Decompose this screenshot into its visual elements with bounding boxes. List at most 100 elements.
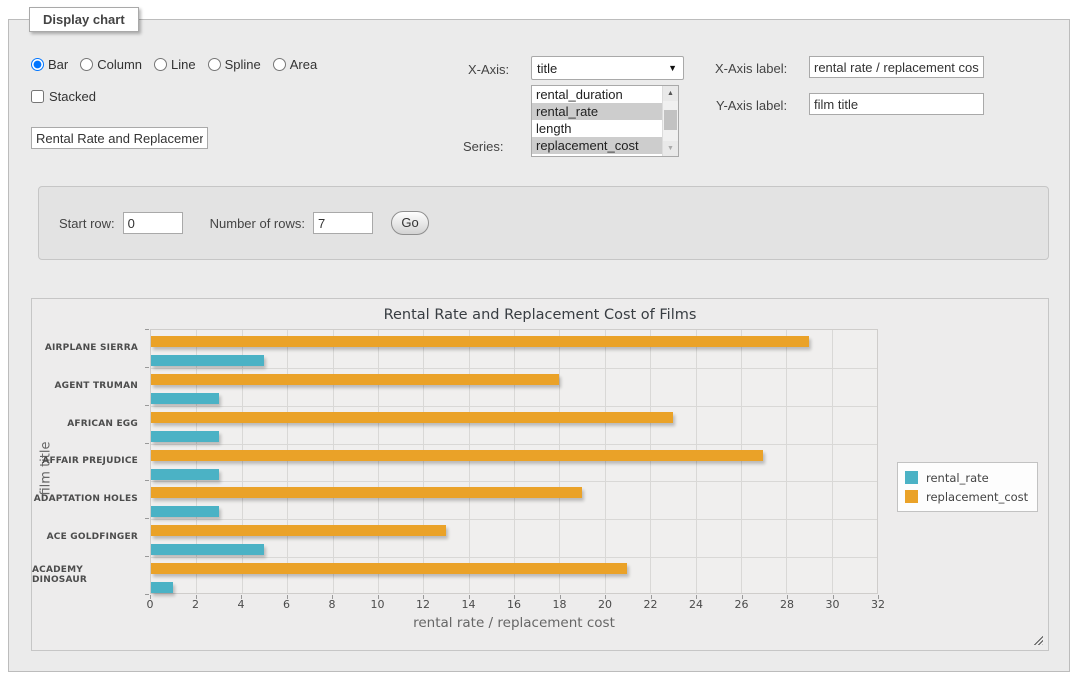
y-tick-mark (145, 329, 149, 330)
dropdown-arrow-icon: ▼ (668, 63, 677, 73)
x-tick-mark (696, 595, 697, 599)
chart-type-radio-line[interactable] (154, 58, 167, 71)
start-row-input[interactable] (123, 212, 183, 234)
chart-type-label-column: Column (97, 57, 142, 72)
x-tick-label: 2 (192, 598, 199, 611)
bar-replacement_cost (151, 487, 582, 498)
chart-type-option-spline[interactable]: Spline (208, 57, 261, 72)
chart-container: Rental Rate and Replacement Cost of Film… (31, 298, 1049, 651)
y-tick-mark (145, 594, 149, 595)
x-tick-mark (605, 595, 606, 599)
num-rows-input[interactable] (313, 212, 373, 234)
bar-rental_rate (151, 355, 264, 366)
chart-type-option-column[interactable]: Column (80, 57, 142, 72)
x-tick-mark (651, 595, 652, 599)
bar-rental_rate (151, 431, 219, 442)
chart-type-label-spline: Spline (225, 57, 261, 72)
legend-swatch-rental-rate (905, 471, 918, 484)
scrollbar-down-icon[interactable]: ▼ (663, 141, 678, 156)
gridline (151, 406, 877, 407)
bar-rental_rate (151, 544, 264, 555)
x-tick-label: 18 (553, 598, 567, 611)
x-axis-select[interactable]: title ▼ (531, 56, 684, 80)
series-scrollbar[interactable]: ▲ ▼ (662, 86, 678, 156)
gridline (832, 330, 833, 593)
y-tick-mark (145, 556, 149, 557)
chart-title-input[interactable] (31, 127, 208, 149)
chart-resize-handle-icon[interactable] (1032, 634, 1043, 645)
category-label: AGENT TRUMAN (32, 367, 144, 405)
series-option-list: rental_duration rental_rate length repla… (532, 86, 662, 154)
gridline (287, 330, 288, 593)
x-tick-mark (560, 595, 561, 599)
legend-item-rental-rate: rental_rate (905, 468, 1028, 487)
scrollbar-thumb[interactable] (664, 110, 677, 130)
scrollbar-up-icon[interactable]: ▲ (663, 86, 678, 101)
x-tick-mark (423, 595, 424, 599)
chart-type-radio-column[interactable] (80, 58, 93, 71)
x-tick-mark (878, 595, 879, 599)
gridline (151, 444, 877, 445)
series-multiselect[interactable]: rental_duration rental_rate length repla… (531, 85, 679, 157)
x-tick-label: 22 (644, 598, 658, 611)
chart-type-option-line[interactable]: Line (154, 57, 196, 72)
category-label: ACADEMY DINOSAUR (32, 556, 144, 594)
plot-area (150, 329, 878, 594)
series-option-replacement-cost[interactable]: replacement_cost (532, 137, 662, 154)
stacked-checkbox[interactable] (31, 90, 44, 103)
gridline (151, 368, 877, 369)
y-axis-label-input[interactable] (809, 93, 984, 115)
y-tick-mark (145, 480, 149, 481)
bar-replacement_cost (151, 563, 627, 574)
x-tick-mark (150, 595, 151, 599)
go-button[interactable]: Go (391, 211, 429, 235)
series-option-rental-rate[interactable]: rental_rate (532, 103, 662, 120)
x-tick-mark (742, 595, 743, 599)
stacked-option[interactable]: Stacked (31, 89, 96, 104)
category-label: AIRPLANE SIERRA (32, 329, 144, 367)
chart-legend: rental_rate replacement_cost (897, 462, 1038, 512)
gridline (741, 330, 742, 593)
chart-type-label-bar: Bar (48, 57, 68, 72)
gridline (151, 481, 877, 482)
x-tick-label: 24 (689, 598, 703, 611)
y-tick-mark (145, 405, 149, 406)
x-tick-mark (287, 595, 288, 599)
x-axis-label-input[interactable] (809, 56, 984, 78)
chart-type-option-bar[interactable]: Bar (31, 57, 68, 72)
gridline (469, 330, 470, 593)
x-tick-mark (378, 595, 379, 599)
y-tick-mark (145, 443, 149, 444)
y-axis-label-caption: Y-Axis label: (716, 98, 787, 113)
gridline (423, 330, 424, 593)
x-tick-mark (514, 595, 515, 599)
chart-type-radio-bar[interactable] (31, 58, 44, 71)
bar-rental_rate (151, 506, 219, 517)
gridline (696, 330, 697, 593)
bar-replacement_cost (151, 412, 673, 423)
x-tick-mark (469, 595, 470, 599)
x-tick-mark (787, 595, 788, 599)
chart-type-radio-area[interactable] (273, 58, 286, 71)
chart-type-label-line: Line (171, 57, 196, 72)
series-select-label: Series: (463, 139, 503, 154)
series-option-rental-duration[interactable]: rental_duration (532, 86, 662, 103)
x-tick-mark (833, 595, 834, 599)
category-label: AFRICAN EGG (32, 405, 144, 443)
x-tick-label: 32 (871, 598, 885, 611)
bar-replacement_cost (151, 374, 559, 385)
legend-item-replacement-cost: replacement_cost (905, 487, 1028, 506)
x-tick-mark (332, 595, 333, 599)
start-row-label: Start row: (59, 216, 115, 231)
chart-title: Rental Rate and Replacement Cost of Film… (32, 307, 1048, 323)
x-tick-label: 6 (283, 598, 290, 611)
legend-label-replacement-cost: replacement_cost (926, 490, 1028, 504)
gridline (151, 557, 877, 558)
chart-type-option-area[interactable]: Area (273, 57, 317, 72)
x-tick-label: 10 (371, 598, 385, 611)
gridline (650, 330, 651, 593)
chart-type-radio-spline[interactable] (208, 58, 221, 71)
x-axis-title: rental rate / replacement cost (413, 615, 615, 631)
series-option-length[interactable]: length (532, 120, 662, 137)
bar-replacement_cost (151, 336, 809, 347)
